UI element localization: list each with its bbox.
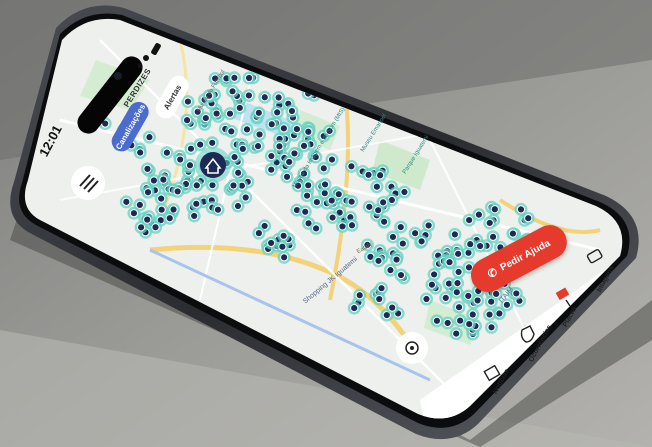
tab-label: Alertas [161, 83, 183, 112]
tab-canalizacoes[interactable]: Canalizações [108, 98, 153, 155]
nav-item-noticias[interactable]: Notícias [492, 368, 511, 395]
nav-item-ocorrencias[interactable]: Ocorrências [528, 324, 553, 363]
map-label-museum-2: Museu Emanoel [360, 113, 389, 154]
nav-item-imagens[interactable]: Imagens [596, 265, 616, 293]
map-label-park: Parque Iguatemi [402, 134, 431, 176]
tab-label: Canalizações [113, 102, 147, 151]
nav-label: Ocorrências [528, 323, 554, 364]
map-label-museum: Museu da Imagem e do Som (MIS) [292, 106, 347, 190]
status-time: 12:01 [36, 122, 65, 160]
help-button-label: Pedir Ajuda [498, 237, 553, 274]
nav-item-placas[interactable]: Placas [562, 305, 579, 328]
map-label-neighborhood: ITAIM [498, 286, 516, 305]
map-label-place: Eataly [356, 241, 374, 256]
map-label-museum-3: Museu do Futebol [196, 69, 227, 114]
nav-label: Placas [562, 305, 579, 329]
help-button[interactable]: ✆ Pedir Ajuda [465, 219, 573, 299]
nav-label: Imagens [596, 264, 616, 294]
phone-icon: ✆ [485, 265, 500, 281]
nav-label: Notícias [492, 367, 511, 396]
tab-alertas[interactable]: Alertas [152, 72, 193, 122]
map-label-shopping: Shopping JK Iguatemi [302, 255, 359, 306]
